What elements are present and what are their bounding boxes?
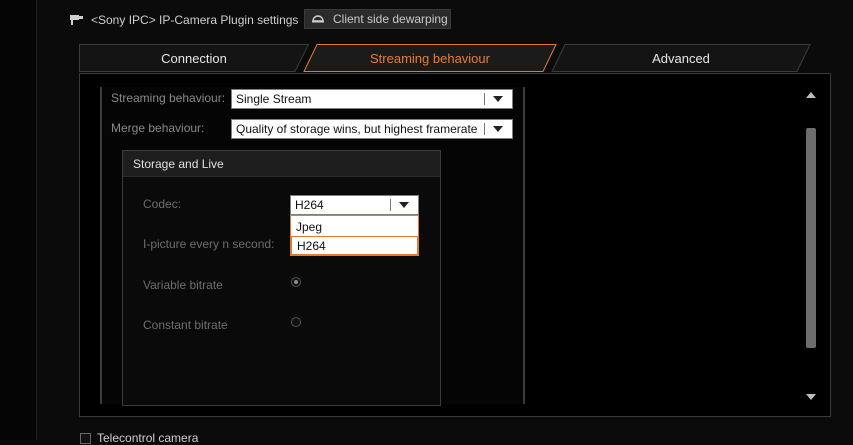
variable-bitrate-label: Variable bitrate xyxy=(143,278,223,292)
tab-connection-label: Connection xyxy=(161,50,227,66)
telecontrol-label: Telecontrol camera xyxy=(97,431,199,445)
telecontrol-row: Telecontrol camera xyxy=(80,431,198,445)
i-picture-label: I-picture every n second: xyxy=(143,237,275,251)
streaming-behaviour-value: Single Stream xyxy=(236,92,312,106)
plugin-title-text: <Sony IPC> IP-Camera Plugin settings xyxy=(91,12,299,27)
chevron-down-icon[interactable] xyxy=(493,96,503,102)
tab-streaming-behaviour[interactable]: Streaming behaviour xyxy=(303,44,557,72)
variable-bitrate-radio[interactable] xyxy=(291,277,301,287)
scrollbar-thumb[interactable] xyxy=(806,128,816,348)
codec-dropdown-list: Jpeg H264 xyxy=(290,215,419,256)
tab-connection[interactable]: Connection xyxy=(79,44,309,72)
chevron-down-icon[interactable] xyxy=(399,202,409,208)
codec-select[interactable]: H264 xyxy=(290,195,419,215)
codec-option-jpeg[interactable]: Jpeg xyxy=(291,217,418,236)
telecontrol-checkbox[interactable] xyxy=(80,432,91,444)
scroll-up-arrow-icon[interactable] xyxy=(806,92,816,98)
tab-advanced-label: Advanced xyxy=(652,50,710,66)
storage-and-live-title: Storage and Live xyxy=(123,151,440,177)
tab-advanced[interactable]: Advanced xyxy=(551,44,811,72)
merge-behaviour-select[interactable]: Quality of storage wins, but highest fra… xyxy=(231,119,513,139)
codec-label: Codec: xyxy=(143,197,182,211)
scroll-down-arrow-icon[interactable] xyxy=(806,394,816,400)
select-separator xyxy=(484,93,485,105)
dewarp-dome-icon xyxy=(311,12,325,27)
tab-streaming-behaviour-label: Streaming behaviour xyxy=(370,50,490,66)
settings-tabs: Connection Streaming behaviour Advanced xyxy=(79,44,831,73)
client-side-dewarping-button[interactable]: Client side dewarping xyxy=(304,9,451,29)
codec-value: H264 xyxy=(295,198,324,212)
streaming-behaviour-label: Streaming behaviour: xyxy=(111,91,226,105)
select-separator xyxy=(390,199,391,211)
camera-icon xyxy=(69,10,85,29)
plugin-title: <Sony IPC> IP-Camera Plugin settings xyxy=(69,10,298,29)
constant-bitrate-radio[interactable] xyxy=(291,317,301,327)
streaming-behaviour-select[interactable]: Single Stream xyxy=(231,89,513,109)
codec-option-h264[interactable]: H264 xyxy=(291,236,418,255)
vertical-scrollbar[interactable] xyxy=(804,88,818,404)
merge-behaviour-value: Quality of storage wins, but highest fra… xyxy=(236,122,478,136)
select-separator xyxy=(484,123,485,135)
chevron-down-icon[interactable] xyxy=(493,126,503,132)
constant-bitrate-label: Constant bitrate xyxy=(143,318,228,332)
plugin-header: <Sony IPC> IP-Camera Plugin settings Cli… xyxy=(36,0,853,40)
merge-behaviour-label: Merge behaviour: xyxy=(111,121,205,135)
dewarp-button-label: Client side dewarping xyxy=(333,12,448,26)
left-sidebar-strip xyxy=(0,0,37,440)
